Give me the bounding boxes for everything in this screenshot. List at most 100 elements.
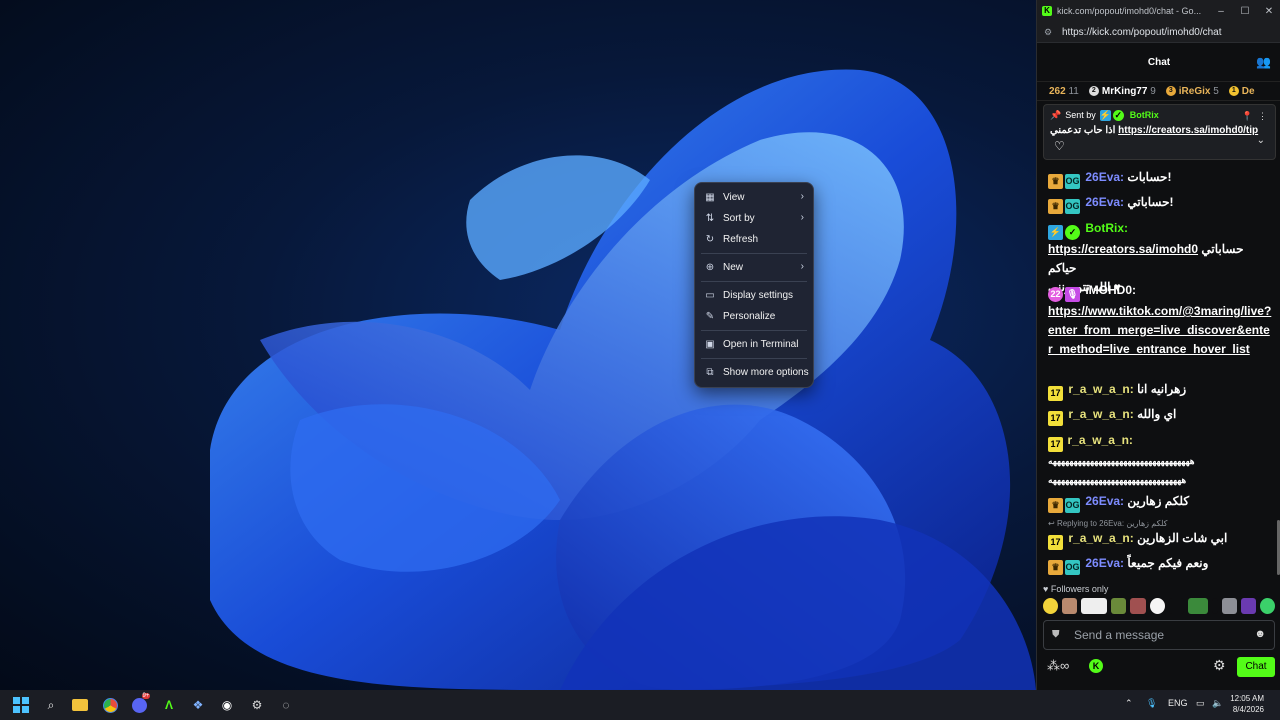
network-icon[interactable]: ▭ <box>1196 698 1205 709</box>
emote-item[interactable] <box>1240 598 1257 614</box>
subscriber-badge-icon: 17 <box>1048 411 1063 426</box>
close-icon[interactable]: ✕ <box>1257 6 1280 17</box>
chevron-down-icon[interactable]: ⌄ <box>1257 135 1265 146</box>
menu-item-refresh[interactable]: ↻ Refresh <box>695 229 813 250</box>
emote-item[interactable] <box>1149 598 1165 614</box>
address-bar[interactable]: ⚙ https://kick.com/popout/imohd0/chat <box>1037 22 1280 43</box>
medal-icon: 3 <box>1165 85 1176 96</box>
gear-icon[interactable]: ⚙ <box>1213 657 1226 674</box>
emote-item[interactable] <box>1111 598 1127 614</box>
site-settings-icon[interactable]: ⚙ <box>1044 27 1054 38</box>
discord-icon[interactable]: 9+ <box>129 692 151 715</box>
address-url[interactable]: https://kick.com/popout/imohd0/chat <box>1062 27 1222 38</box>
chat-link[interactable]: https://www.tiktok.com/@3maring/live? <box>1048 304 1271 318</box>
chat-username[interactable]: 26Eva: <box>1085 170 1124 184</box>
pinned-link[interactable]: https://creators.sa/imohd0/tip <box>1118 125 1258 136</box>
emote-item[interactable] <box>1212 598 1218 614</box>
menu-separator <box>701 358 807 359</box>
windows-logo-icon <box>13 697 29 713</box>
search-icon[interactable]: ⌕ <box>41 695 61 715</box>
chat-link[interactable]: https://creators.sa/imohd0 <box>1048 242 1198 256</box>
emote-item[interactable] <box>1130 598 1146 614</box>
chat-message[interactable]: ♛ OG 26Eva: حسابات! <box>1048 168 1274 189</box>
medal-icon: 1 <box>1228 85 1239 96</box>
start-button[interactable] <box>11 695 31 715</box>
pinned-message[interactable]: 📌 Sent by ⚡ ✓ BotRix 📍 ⋮ اذا حاب تدعمني … <box>1043 104 1276 160</box>
chat-message[interactable]: 17 r_a_w_a_n: اي والله <box>1048 405 1274 426</box>
more-vertical-icon[interactable]: ⋮ <box>1258 111 1267 121</box>
window-title: kick.com/popout/imohd0/chat - Go... <box>1057 6 1202 16</box>
chevron-right-icon: › <box>800 261 804 272</box>
emote-item[interactable] <box>1081 598 1108 614</box>
chat-username[interactable]: BotRix: <box>1085 221 1128 235</box>
chat-text: حساباتي! <box>1127 195 1174 209</box>
chat-footer: ⁂∞ K ⚙ Chat <box>1037 654 1280 680</box>
users-icon[interactable]: 👥 <box>1256 55 1271 69</box>
leaderboard-entry[interactable]: 3 iReGix 5 <box>1165 85 1219 97</box>
menu-item-display-settings[interactable]: ▭ Display settings <box>695 285 813 306</box>
language-indicator[interactable]: ENG <box>1168 698 1188 708</box>
pinned-sent-by: Sent by <box>1065 110 1096 120</box>
emote-item[interactable] <box>1260 598 1276 614</box>
clock[interactable]: 12:05 AM 8/4/2026 <box>1230 693 1264 715</box>
menu-item-sort-by[interactable]: ⇅ Sort by › <box>695 208 813 229</box>
chat-username[interactable]: 26Eva: <box>1085 195 1124 209</box>
chevron-up-icon[interactable]: ⌃ <box>1125 698 1133 709</box>
chat-username[interactable]: r_a_w_a_n: <box>1068 382 1133 396</box>
file-explorer-icon[interactable] <box>70 695 90 715</box>
leaderboard-entry[interactable]: 1 De <box>1228 85 1255 97</box>
chat-message[interactable]: ♛ OG 26Eva: ونعم فيكم جميعاً <box>1048 554 1274 575</box>
chat-link[interactable]: r_method=live_entrance_hover_list <box>1048 342 1250 356</box>
menu-item-show-more-options[interactable]: ⧉ Show more options <box>695 362 813 383</box>
leaderboard-entry[interactable]: 2 MrKing77 9 <box>1088 86 1156 97</box>
recording-app-icon[interactable]: ◌ <box>276 695 296 715</box>
emoji-icon[interactable]: ☻ <box>1254 628 1266 640</box>
leaderboard-entry[interactable]: 262 11 <box>1049 86 1079 97</box>
emote-item[interactable] <box>1062 598 1078 614</box>
menu-item-label: Sort by <box>723 213 755 224</box>
chat-username[interactable]: r_a_w_a_n: <box>1068 433 1133 447</box>
send-chat-button[interactable]: Chat <box>1237 657 1275 677</box>
chat-message[interactable]: 17 r_a_w_a_n: ابي شات الزهارين <box>1048 529 1274 550</box>
kick-points-icon[interactable]: K <box>1089 659 1103 673</box>
chat-message[interactable]: 17 r_a_w_a_n: زهرانيه انا <box>1048 380 1274 401</box>
obs-icon[interactable]: ◉ <box>217 695 237 715</box>
chat-message[interactable]: ♛ OG 26Eva: حساباتي! <box>1048 193 1274 214</box>
chat-message[interactable]: 22 🎙 iMOHD0: https://www.tiktok.com/@3mar… <box>1048 281 1274 359</box>
taskbar: ⌕ 9+ Λ ❖ ◉ ⚙ ◌ ⌃ 🎙 ENG ▭ 🔈 12:05 AM 8/4/… <box>0 690 1280 720</box>
chat-input[interactable]: ⛊ Send a message ☻ <box>1043 620 1275 650</box>
chat-text: ونعم فيكم جميعاً <box>1127 556 1209 570</box>
subscriber-badge-icon: 17 <box>1048 386 1063 401</box>
chat-username[interactable]: r_a_w_a_n: <box>1068 407 1133 421</box>
minimize-icon[interactable]: – <box>1209 6 1233 17</box>
menu-item-new[interactable]: ⊕ New › <box>695 257 813 278</box>
menu-item-open-in-terminal[interactable]: ▣ Open in Terminal <box>695 334 813 355</box>
menu-item-personalize[interactable]: ✎ Personalize <box>695 306 813 327</box>
terminal-app-icon[interactable]: Λ <box>159 695 179 715</box>
emote-item[interactable] <box>1221 598 1237 614</box>
steam-icon[interactable]: ⚙ <box>247 695 267 715</box>
volume-icon[interactable]: 🔈 <box>1212 698 1223 709</box>
chat-message[interactable]: 17 r_a_w_a_n: هههههههههههههههههههههههههه… <box>1048 431 1274 490</box>
chat-message[interactable]: ♛ OG 26Eva: كلكم زهارين <box>1048 492 1274 513</box>
points-infinity-icon[interactable]: ⁂∞ <box>1047 658 1069 674</box>
emote-item[interactable] <box>1168 598 1184 614</box>
reply-context[interactable]: ↩ Replying to 26Eva: كلكم زهارين <box>1048 519 1167 528</box>
emote-item[interactable] <box>1187 598 1209 614</box>
chat-link[interactable]: enter_from_merge=live_discover&ente <box>1048 323 1270 337</box>
chat-input-placeholder[interactable]: Send a message <box>1074 628 1164 642</box>
microphone-icon[interactable]: 🎙 <box>1146 698 1157 709</box>
network-app-icon[interactable]: ❖ <box>188 695 208 715</box>
window-titlebar[interactable]: K kick.com/popout/imohd0/chat - Go... – … <box>1037 0 1280 22</box>
menu-item-label: Refresh <box>723 234 759 245</box>
chrome-icon[interactable] <box>100 695 120 715</box>
menu-item-view[interactable]: ▦ View › <box>695 187 813 208</box>
chat-username[interactable]: r_a_w_a_n: <box>1068 531 1133 545</box>
unpin-icon[interactable]: 📍 <box>1242 111 1253 121</box>
maximize-icon[interactable]: ☐ <box>1233 6 1257 17</box>
og-badge-icon: OG <box>1065 174 1080 189</box>
chat-username[interactable]: iMOHD0: <box>1085 283 1136 297</box>
chat-username[interactable]: 26Eva: <box>1085 494 1124 508</box>
emote-item[interactable] <box>1043 598 1059 614</box>
chat-username[interactable]: 26Eva: <box>1085 556 1124 570</box>
